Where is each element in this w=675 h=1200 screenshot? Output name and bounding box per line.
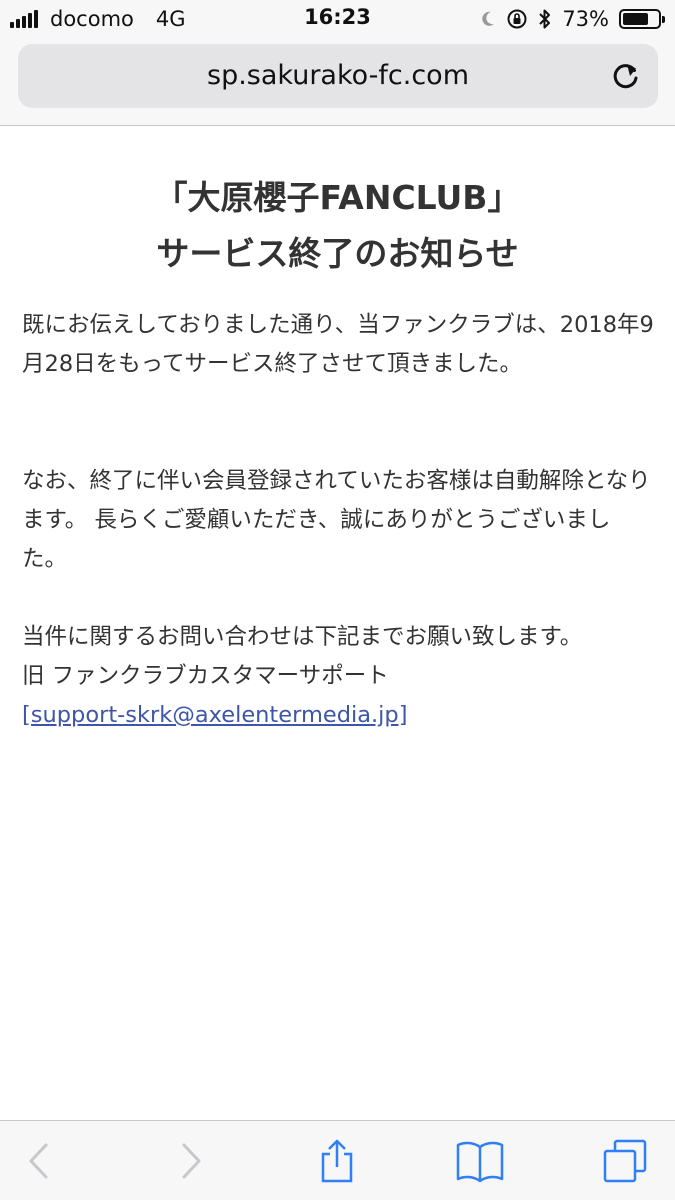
page-title: 「大原櫻子FANCLUB」 サービス終了のお知らせ <box>0 170 675 282</box>
share-button[interactable] <box>312 1139 362 1187</box>
network-type: 4G <box>155 7 186 31</box>
page-title-line1: 「大原櫻子FANCLUB」 <box>154 178 521 217</box>
battery-icon <box>619 9 665 29</box>
tabs-button[interactable] <box>600 1139 650 1187</box>
browser-window: docomo 4G 16:23 73% sp.sakurako-fc.com 「… <box>0 0 675 1200</box>
browser-nav-area: sp.sakurako-fc.com <box>0 38 675 126</box>
orientation-lock-icon <box>506 8 528 30</box>
url-text[interactable]: sp.sakurako-fc.com <box>18 44 658 108</box>
status-left: docomo 4G <box>10 6 186 32</box>
reload-icon[interactable] <box>610 59 642 93</box>
status-right: 73% <box>480 6 665 32</box>
moon-icon <box>480 10 496 28</box>
signal-strength-icon <box>10 10 38 28</box>
bluetooth-icon <box>538 8 552 30</box>
book-icon <box>455 1139 505 1187</box>
notice-paragraph: 既にお伝えしておりました通り、当ファンクラブは、2018年9月28日をもってサー… <box>22 312 654 377</box>
support-email-link[interactable]: [support-skrk@axelentermedia.jp] <box>22 702 408 728</box>
share-icon <box>317 1138 357 1188</box>
address-bar[interactable]: sp.sakurako-fc.com <box>18 44 658 108</box>
contact-section: 当件に関するお問い合わせは下記までお願い致します。 旧 ファンクラブカスタマーサ… <box>22 618 654 735</box>
battery-percent: 73% <box>562 7 609 31</box>
chevron-left-icon <box>27 1141 51 1185</box>
page-title-line2: サービス終了のお知らせ <box>156 234 519 273</box>
status-bar: docomo 4G 16:23 73% <box>0 0 675 38</box>
bottom-toolbar <box>0 1120 675 1200</box>
thanks-paragraph: なお、終了に伴い会員登録されていたお客様は自動解除となります。 長らくご愛顧いた… <box>22 468 651 572</box>
battery-fill <box>623 13 648 25</box>
support-name: 旧 ファンクラブカスタマーサポート <box>22 663 389 689</box>
bookmarks-button[interactable] <box>455 1139 505 1187</box>
back-button[interactable] <box>14 1139 64 1187</box>
chevron-right-icon <box>179 1141 203 1185</box>
carrier-name: docomo <box>50 7 134 31</box>
tabs-icon <box>602 1138 648 1188</box>
contact-line: 当件に関するお問い合わせは下記までお願い致します。 <box>22 624 583 650</box>
forward-button[interactable] <box>166 1139 216 1187</box>
page-content: 「大原櫻子FANCLUB」 サービス終了のお知らせ 既にお伝えしておりました通り… <box>0 126 675 1120</box>
